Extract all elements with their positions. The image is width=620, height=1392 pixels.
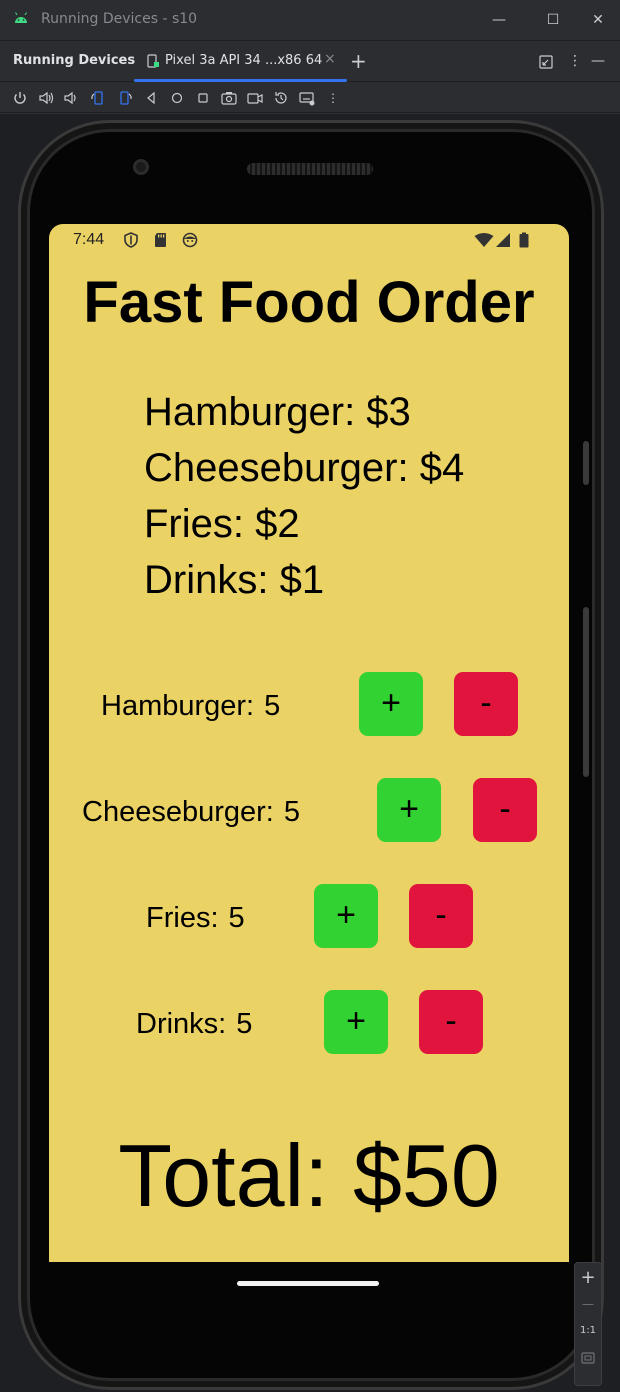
fries-qty: 5 (228, 902, 245, 934)
expand-icon[interactable] (539, 55, 553, 69)
zoom-fit-icon[interactable] (581, 1351, 595, 1365)
battery-icon (519, 232, 529, 248)
hamburger-qty: 5 (264, 690, 281, 722)
zoom-actual-size-button[interactable]: 1:1 (575, 1325, 601, 1336)
drinks-qty: 5 (236, 1008, 253, 1040)
device-screen[interactable]: 7:44 Fast Food Order Hamburger: $3 Chees… (49, 224, 569, 1262)
close-window-button[interactable]: ✕ (588, 10, 608, 30)
more-actions-icon[interactable]: ⋮ (324, 89, 342, 107)
screen-record-icon[interactable] (246, 89, 264, 107)
sd-card-icon (155, 233, 166, 247)
menu-item-fries: Fries: $2 (144, 502, 300, 546)
hamburger-row-label: Hamburger: 5 (101, 686, 280, 726)
hide-panel-button[interactable]: — (591, 53, 605, 69)
item-name: Cheeseburger: (82, 796, 274, 828)
cell-signal-icon (496, 233, 510, 247)
tab-pixel-3a[interactable]: Pixel 3a API 34 ...x86 64 × (134, 41, 347, 82)
price-menu: Hamburger: $3 Cheeseburger: $4 Fries: $2… (144, 384, 464, 608)
drinks-plus-button[interactable]: + (324, 990, 388, 1054)
zoom-controls: + — 1:1 (574, 1262, 602, 1386)
back-icon[interactable] (142, 89, 160, 107)
cheeseburger-qty: 5 (283, 796, 300, 828)
drinks-row-label: Drinks: 5 (136, 1004, 252, 1044)
android-icon (15, 12, 27, 23)
item-name: Fries: (146, 902, 219, 934)
side-button (583, 441, 589, 485)
side-button (583, 607, 589, 777)
item-name: Drinks: (136, 1008, 227, 1040)
snapshot-history-icon[interactable] (272, 89, 290, 107)
device-viewport: 7:44 Fast Food Order Hamburger: $3 Chees… (0, 114, 620, 1392)
order-total: Total: $50 (118, 1126, 500, 1225)
rotate-right-icon[interactable] (116, 89, 134, 107)
active-tab-indicator (134, 79, 347, 82)
shield-icon (124, 232, 138, 248)
close-tab-icon[interactable]: × (324, 51, 336, 67)
zoom-out-button[interactable]: — (575, 1297, 601, 1311)
window-title: Running Devices - s10 (41, 11, 198, 27)
power-icon[interactable] (11, 89, 29, 107)
keyboard-icon[interactable] (298, 89, 316, 107)
home-icon[interactable] (168, 89, 186, 107)
window-title-bar: Running Devices - s10 — ☐ ✕ (0, 0, 620, 40)
device-toolbar: ⋮ (0, 83, 620, 113)
hamburger-plus-button[interactable]: + (359, 672, 423, 736)
face-icon (182, 232, 198, 248)
hamburger-minus-button[interactable]: - (454, 672, 518, 736)
phone-frame: 7:44 Fast Food Order Hamburger: $3 Chees… (18, 120, 604, 1390)
panel-title: Running Devices (13, 53, 136, 68)
options-icon[interactable]: ⋮ (568, 53, 582, 69)
menu-item-drinks: Drinks: $1 (144, 558, 325, 602)
home-gesture-bar[interactable] (237, 1281, 379, 1286)
volume-up-icon[interactable] (37, 89, 55, 107)
cheeseburger-row-label: Cheeseburger: 5 (82, 792, 300, 832)
add-tab-button[interactable]: + (350, 49, 367, 73)
rotate-left-icon[interactable] (89, 89, 107, 107)
volume-down-icon[interactable] (62, 89, 80, 107)
cheeseburger-plus-button[interactable]: + (377, 778, 441, 842)
maximize-button[interactable]: ☐ (543, 10, 563, 30)
tab-label: Pixel 3a API 34 ...x86 64 (165, 53, 323, 68)
fries-row-label: Fries: 5 (146, 898, 245, 938)
device-icon (147, 54, 159, 68)
app-title: Fast Food Order (83, 270, 535, 335)
fries-plus-button[interactable]: + (314, 884, 378, 948)
tab-bar: Running Devices Pixel 3a API 34 ...x86 6… (0, 40, 620, 82)
item-name: Hamburger: (101, 690, 255, 722)
speaker-grille (247, 163, 373, 175)
cheeseburger-minus-button[interactable]: - (473, 778, 537, 842)
screenshot-icon[interactable] (220, 89, 238, 107)
status-time: 7:44 (73, 231, 105, 248)
menu-item-cheeseburger: Cheeseburger: $4 (144, 446, 465, 490)
fries-minus-button[interactable]: - (409, 884, 473, 948)
drinks-minus-button[interactable]: - (419, 990, 483, 1054)
zoom-in-button[interactable]: + (575, 1267, 601, 1288)
overview-icon[interactable] (194, 89, 212, 107)
camera-icon (133, 159, 149, 175)
status-bar: 7:44 (49, 224, 569, 256)
menu-item-hamburger: Hamburger: $3 (144, 390, 411, 434)
wifi-icon (474, 233, 494, 247)
minimize-button[interactable]: — (489, 10, 509, 30)
